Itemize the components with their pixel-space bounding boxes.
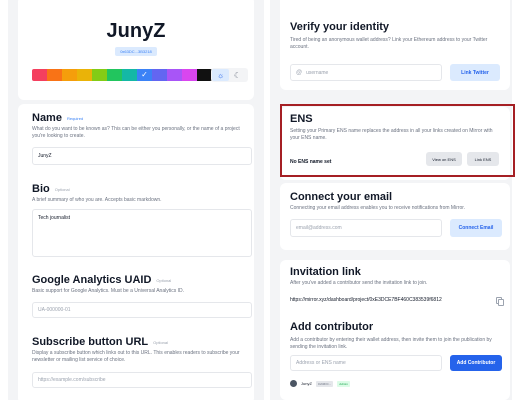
color-swatch[interactable]: ✓ bbox=[137, 69, 152, 81]
optional-badge: Optional bbox=[54, 186, 70, 192]
copy-icon[interactable] bbox=[496, 296, 504, 306]
contributor-address-input[interactable]: Address or ENS name bbox=[290, 355, 442, 371]
email-description: Connecting your email address enables yo… bbox=[290, 205, 466, 211]
profile-card: JunyZ 0x63DC...3B3218 ✓ ☼ ☾ bbox=[18, 0, 254, 100]
name-field-description: What do you want to be known as? This ca… bbox=[32, 126, 240, 139]
ga-input[interactable]: UA-000000-01 bbox=[32, 302, 252, 318]
add-contributor-button[interactable]: Add Contributor bbox=[450, 355, 502, 371]
verify-description: Tired of being an anonymous wallet addre… bbox=[290, 37, 488, 50]
email-input[interactable]: email@address.com bbox=[290, 219, 442, 237]
profile-name: JunyZ bbox=[106, 20, 166, 42]
subscribe-field-description: Display a subscribe button which links o… bbox=[32, 350, 240, 363]
connect-email-card: Connect your email Connecting your email… bbox=[280, 183, 510, 250]
add-contributor-description: Add a contributor by entering their wall… bbox=[290, 337, 492, 350]
twitter-username-input[interactable]: @ username bbox=[290, 64, 442, 81]
invitation-card: Invitation link After you've added a con… bbox=[280, 260, 510, 400]
email-title: Connect your email bbox=[290, 191, 393, 203]
invitation-url: https://mirror.xyz/dashboard/project/0xE… bbox=[290, 297, 442, 303]
link-twitter-button[interactable]: Link Twitter bbox=[450, 64, 500, 81]
verify-title: Verify your identity bbox=[290, 21, 390, 33]
bio-textarea[interactable]: Tech journalist bbox=[32, 209, 252, 257]
contributor-list-item: JunyZ 0x63DC... Admin bbox=[290, 378, 502, 389]
check-icon: ✓ bbox=[141, 70, 148, 79]
ens-highlight-frame bbox=[280, 104, 515, 177]
verify-identity-card: Verify your identity Tired of being an a… bbox=[280, 0, 510, 90]
account-settings-column: Verify your identity Tired of being an a… bbox=[270, 0, 512, 400]
invitation-description: After you've added a contributor send th… bbox=[290, 280, 428, 286]
profile-fields-card: Name Required What do you want to be know… bbox=[18, 104, 254, 400]
invitation-title: Invitation link bbox=[290, 266, 361, 278]
name-field-label: Name bbox=[32, 112, 62, 124]
invitation-link[interactable]: https://mirror.xyz/dashboard/project/0xE… bbox=[290, 294, 504, 306]
add-contributor-title: Add contributor bbox=[290, 321, 374, 333]
contributor-role-badge: Admin bbox=[337, 380, 350, 387]
profile-settings-column: JunyZ 0x63DC...3B3218 ✓ ☼ ☾ Name Required… bbox=[8, 0, 264, 400]
theme-mode-toggle: ☼ ☾ bbox=[211, 68, 248, 82]
moon-icon[interactable]: ☾ bbox=[229, 69, 246, 81]
color-swatch[interactable] bbox=[122, 69, 137, 81]
color-swatch[interactable] bbox=[197, 69, 212, 81]
optional-badge: Optional bbox=[153, 339, 169, 345]
twitter-username-placeholder: username bbox=[306, 69, 329, 76]
sun-icon[interactable]: ☼ bbox=[212, 69, 229, 81]
name-field-title: Name Required bbox=[32, 112, 83, 124]
color-swatch[interactable] bbox=[77, 69, 92, 81]
color-swatch[interactable] bbox=[182, 69, 197, 81]
subscribe-field-title: Subscribe button URL Optional bbox=[32, 336, 168, 348]
name-input[interactable]: JunyZ bbox=[32, 147, 252, 165]
connect-email-button[interactable]: Connect Email bbox=[450, 219, 502, 237]
bio-field-description: A brief summary of who you are. Accepts … bbox=[32, 197, 162, 203]
color-swatch[interactable] bbox=[32, 69, 47, 81]
avatar bbox=[290, 380, 297, 387]
bio-field-title: Bio Optional bbox=[32, 183, 70, 195]
color-swatch[interactable] bbox=[47, 69, 62, 81]
color-swatch[interactable] bbox=[152, 69, 167, 81]
bio-field-label: Bio bbox=[32, 183, 50, 195]
contributor-address: 0x63DC... bbox=[315, 380, 334, 387]
ga-field-title: Google Analytics UAID Optional bbox=[32, 274, 171, 286]
required-badge: Required bbox=[66, 115, 84, 121]
color-swatch[interactable] bbox=[62, 69, 77, 81]
theme-color-picker: ✓ bbox=[32, 69, 212, 81]
subscribe-field-label: Subscribe button URL bbox=[32, 336, 149, 348]
at-icon: @ bbox=[296, 69, 303, 76]
contributor-name: JunyZ bbox=[301, 381, 312, 386]
ga-field-description: Basic support for Google Analytics. Must… bbox=[32, 288, 185, 294]
color-swatch[interactable] bbox=[92, 69, 107, 81]
subscribe-url-input[interactable]: https://example.com/subscribe bbox=[32, 372, 252, 388]
color-swatch[interactable] bbox=[167, 69, 182, 81]
optional-badge: Optional bbox=[156, 277, 172, 283]
ga-field-label: Google Analytics UAID bbox=[32, 274, 152, 286]
color-swatch[interactable] bbox=[107, 69, 122, 81]
wallet-address-badge[interactable]: 0x63DC...3B3218 bbox=[115, 47, 157, 56]
